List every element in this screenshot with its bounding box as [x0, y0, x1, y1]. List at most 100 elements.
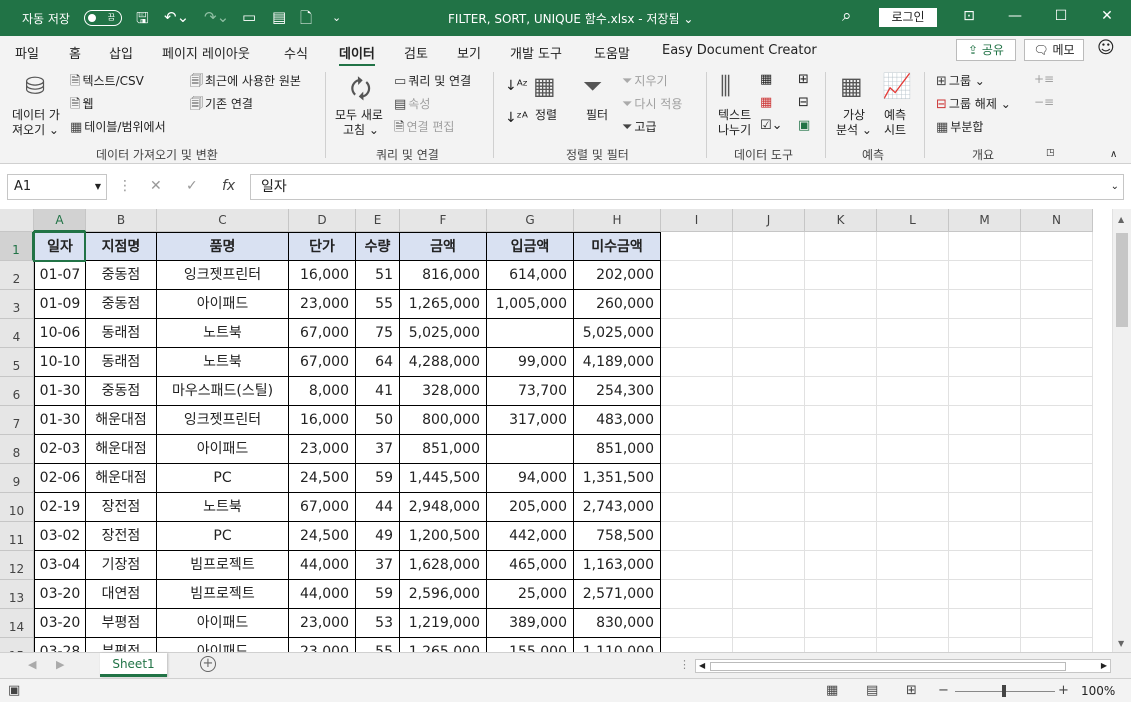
cell-h15[interactable]: 1,110,000 — [574, 638, 661, 652]
cell-i13[interactable] — [661, 580, 733, 609]
cell-j6[interactable] — [733, 377, 805, 406]
cell-a3[interactable]: 01-09 — [34, 290, 86, 319]
cell-k15[interactable] — [805, 638, 877, 652]
cell-e3[interactable]: 55 — [356, 290, 400, 319]
cell-a13[interactable]: 03-20 — [34, 580, 86, 609]
worksheet-grid[interactable]: ABCDEFGHIJKLMN123456789101112131415일자지점명… — [0, 209, 1112, 652]
cell-n8[interactable] — [1021, 435, 1093, 464]
cell-d8[interactable]: 23,000 — [289, 435, 356, 464]
cell-i1[interactable] — [661, 232, 733, 261]
cell-n6[interactable] — [1021, 377, 1093, 406]
cell-g9[interactable]: 94,000 — [487, 464, 574, 493]
cell-a11[interactable]: 03-02 — [34, 522, 86, 551]
qat-new-icon[interactable]: 🗋 — [300, 8, 312, 33]
cell-m13[interactable] — [949, 580, 1021, 609]
column-header-d[interactable]: D — [289, 209, 356, 232]
tab-split-handle-icon[interactable]: ⋮ — [679, 658, 690, 671]
zoom-out-icon[interactable]: − — [938, 683, 949, 698]
cell-g6[interactable]: 73,700 — [487, 377, 574, 406]
row-header-10[interactable]: 10 — [0, 493, 34, 522]
prev-sheet-icon[interactable]: ◀ — [28, 658, 36, 671]
cell-a1[interactable]: 일자 — [34, 232, 86, 261]
row-header-7[interactable]: 7 — [0, 406, 34, 435]
normal-view-icon[interactable]: ▦ — [826, 683, 838, 698]
data-model-icon[interactable]: ▣ — [798, 118, 810, 133]
cancel-icon[interactable]: ✕ — [150, 178, 162, 194]
refresh-all-button-line2[interactable]: 고침 ⌄ — [343, 121, 379, 138]
macro-record-icon[interactable]: ▣ — [8, 683, 20, 698]
group-button[interactable]: ⊞ 그룹 ⌄ — [936, 72, 985, 89]
cell-f13[interactable]: 2,596,000 — [400, 580, 487, 609]
row-header-14[interactable]: 14 — [0, 609, 34, 638]
close-icon[interactable]: ✕ — [1098, 8, 1116, 24]
cell-d6[interactable]: 8,000 — [289, 377, 356, 406]
tab-formulas[interactable]: 수식 — [284, 43, 308, 62]
horizontal-scroll-thumb[interactable] — [710, 662, 1066, 671]
cell-b2[interactable]: 중동점 — [86, 261, 157, 290]
row-header-1[interactable]: 1 — [0, 232, 34, 261]
cell-k2[interactable] — [805, 261, 877, 290]
cell-d4[interactable]: 67,000 — [289, 319, 356, 348]
cell-h6[interactable]: 254,300 — [574, 377, 661, 406]
column-header-h[interactable]: H — [574, 209, 661, 232]
cell-k6[interactable] — [805, 377, 877, 406]
name-box[interactable]: A1 ▼ — [7, 174, 107, 200]
tab-data[interactable]: 데이터 — [339, 43, 375, 67]
cell-n13[interactable] — [1021, 580, 1093, 609]
get-data-button-line2[interactable]: 져오기 ⌄ — [12, 121, 59, 138]
row-header-9[interactable]: 9 — [0, 464, 34, 493]
existing-connections-button[interactable]: 🗐 기존 연결 — [190, 95, 253, 117]
cell-e8[interactable]: 37 — [356, 435, 400, 464]
cell-n1[interactable] — [1021, 232, 1093, 261]
cell-i4[interactable] — [661, 319, 733, 348]
row-header-6[interactable]: 6 — [0, 377, 34, 406]
cell-n9[interactable] — [1021, 464, 1093, 493]
edit-links-button[interactable]: 🗎 연결 편집 — [394, 118, 454, 140]
cell-b11[interactable]: 장전점 — [86, 522, 157, 551]
cell-g8[interactable] — [487, 435, 574, 464]
subtotal-button[interactable]: ▦ 부분합 — [936, 118, 983, 135]
cell-e11[interactable]: 49 — [356, 522, 400, 551]
column-header-m[interactable]: M — [949, 209, 1021, 232]
from-table-button[interactable]: ▦ 테이블/범위에서 — [70, 118, 166, 135]
sort-desc-icon[interactable]: ↓ᶻᴬ — [505, 110, 528, 126]
cell-i15[interactable] — [661, 638, 733, 652]
cell-f2[interactable]: 816,000 — [400, 261, 487, 290]
page-layout-view-icon[interactable]: ▤ — [866, 683, 878, 698]
cell-d1[interactable]: 단가 — [289, 232, 356, 261]
cell-c7[interactable]: 잉크젯프린터 — [157, 406, 289, 435]
cell-b10[interactable]: 장전점 — [86, 493, 157, 522]
save-icon[interactable]: 🖫 — [136, 8, 149, 33]
cell-b9[interactable]: 해운대점 — [86, 464, 157, 493]
cell-l13[interactable] — [877, 580, 949, 609]
cell-c4[interactable]: 노트북 — [157, 319, 289, 348]
cell-d15[interactable]: 23,000 — [289, 638, 356, 652]
cell-f7[interactable]: 800,000 — [400, 406, 487, 435]
cell-d12[interactable]: 44,000 — [289, 551, 356, 580]
zoom-slider-thumb[interactable] — [1002, 685, 1006, 697]
signin-button[interactable]: 로그인 — [879, 8, 937, 27]
cell-h3[interactable]: 260,000 — [574, 290, 661, 319]
customize-qat-icon[interactable]: ⌄ — [332, 11, 341, 24]
cell-l15[interactable] — [877, 638, 949, 652]
cell-e2[interactable]: 51 — [356, 261, 400, 290]
page-break-view-icon[interactable]: ⊞ — [906, 683, 917, 698]
cell-l4[interactable] — [877, 319, 949, 348]
cell-e5[interactable]: 64 — [356, 348, 400, 377]
document-title[interactable]: FILTER, SORT, UNIQUE 함수.xlsx - 저장됨 ⌄ — [448, 10, 693, 27]
cell-e10[interactable]: 44 — [356, 493, 400, 522]
cell-a5[interactable]: 10-10 — [34, 348, 86, 377]
cell-n12[interactable] — [1021, 551, 1093, 580]
cell-b15[interactable]: 부평점 — [86, 638, 157, 652]
cell-k4[interactable] — [805, 319, 877, 348]
cell-h7[interactable]: 483,000 — [574, 406, 661, 435]
row-header-4[interactable]: 4 — [0, 319, 34, 348]
cell-c5[interactable]: 노트북 — [157, 348, 289, 377]
qat-layout-icon[interactable]: ▤ — [272, 8, 286, 26]
cell-d11[interactable]: 24,500 — [289, 522, 356, 551]
cell-c11[interactable]: PC — [157, 522, 289, 551]
cell-b4[interactable]: 동래점 — [86, 319, 157, 348]
cell-c1[interactable]: 품명 — [157, 232, 289, 261]
undo-icon[interactable]: ↶⌄ — [164, 8, 189, 26]
search-icon[interactable]: ⌕ — [842, 6, 852, 26]
